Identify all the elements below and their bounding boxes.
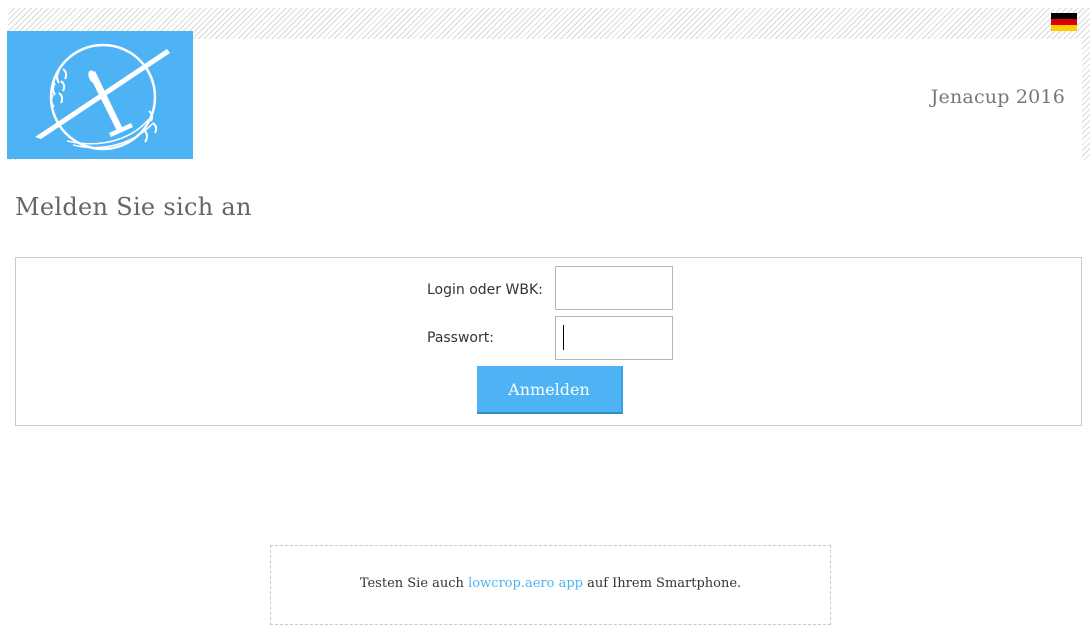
app-promo-link[interactable]: lowcrop.aero app [468, 576, 583, 591]
login-input[interactable] [555, 266, 673, 310]
glider-logo-icon [35, 43, 170, 151]
password-label: Passwort: [427, 330, 494, 346]
app-promo-box: Testen Sie auch lowcrop.aero app auf Ihr… [270, 545, 831, 625]
app-promo-text: Testen Sie auch lowcrop.aero app auf Ihr… [271, 576, 830, 591]
event-title: Jenacup 2016 [930, 86, 1065, 108]
site-logo[interactable] [7, 31, 193, 159]
login-button[interactable]: Anmelden [477, 366, 623, 414]
flag-stripe-gold [1051, 25, 1077, 31]
text-cursor [563, 325, 564, 350]
language-flag-de-icon[interactable] [1051, 13, 1077, 31]
login-label: Login oder WBK: [427, 282, 543, 298]
promo-text-after: auf Ihrem Smartphone. [582, 576, 742, 591]
page-title: Melden Sie sich an [15, 193, 252, 221]
promo-text-before: Testen Sie auch [359, 576, 469, 591]
password-input[interactable] [555, 316, 673, 360]
